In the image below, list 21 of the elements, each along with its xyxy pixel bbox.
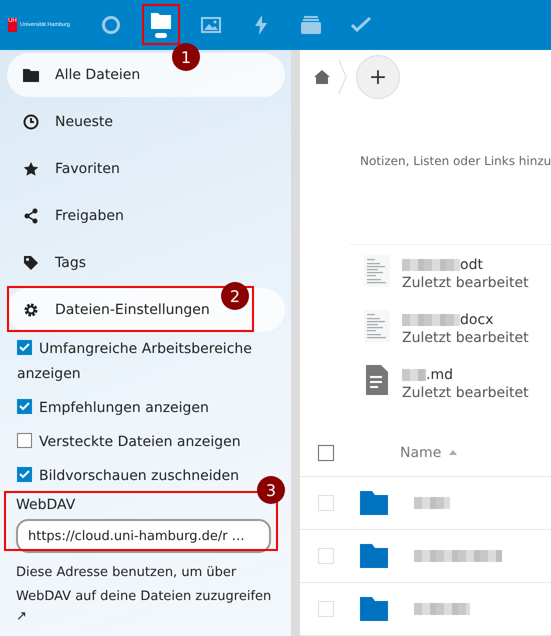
column-header[interactable]: Name [400, 444, 442, 461]
file-subtitle: Zuletzt bearbeitet [402, 274, 529, 291]
add-button[interactable]: + [356, 55, 400, 99]
file-subtitle: Zuletzt bearbeitet [402, 384, 529, 401]
nav-item[interactable]: Neueste [7, 100, 285, 144]
nav-item[interactable]: Favoriten [7, 147, 285, 191]
webdav-url-field[interactable]: https://cloud.uni-hamburg.de/r … [16, 519, 271, 553]
file-extension: .md [426, 366, 453, 383]
file-extension: docx [460, 312, 494, 328]
file-extension: odt [460, 256, 483, 273]
notes-hint: Notizen, Listen oder Links hinzu [360, 154, 551, 168]
file-subtitle: Zuletzt bearbeitet [402, 330, 529, 346]
setting-option[interactable]: Versteckte Dateien anzeigen [7, 430, 287, 455]
webdav-label: WebDAV [15, 496, 76, 515]
webdav-description: Diese Adresse benutzen, um über WebDAV auf deine Dateien zuzugreifen [16, 564, 272, 606]
nav-item[interactable]: Freigaben [7, 194, 285, 238]
step-number: 3 [257, 476, 285, 504]
setting-option[interactable]: Umfangreiche Arbeitsbereiche anzeigen [7, 337, 287, 387]
nav-item[interactable]: Tags [7, 241, 285, 285]
external-link[interactable]: ↗ [16, 609, 28, 624]
setting-option[interactable]: Empfehlungen anzeigen [7, 396, 287, 421]
